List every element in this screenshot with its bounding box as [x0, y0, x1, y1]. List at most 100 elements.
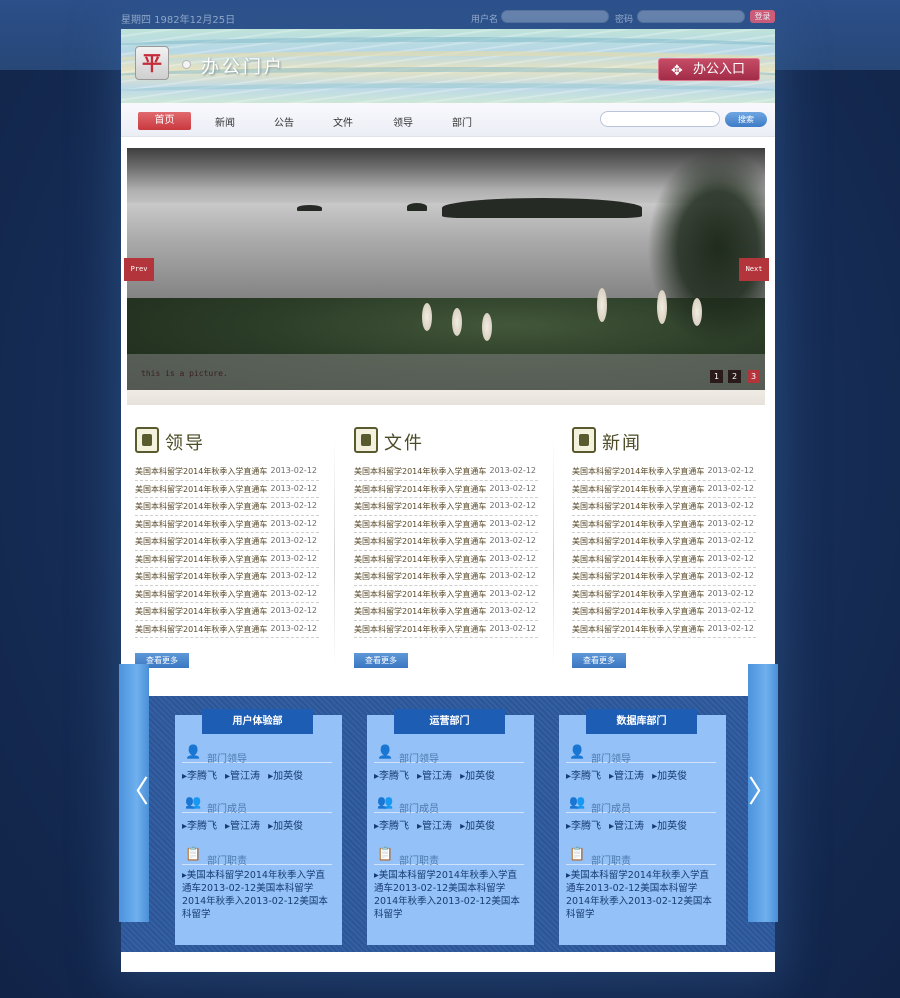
list-item-title[interactable]: 美国本科留学2014年秋季入学直通车: [354, 571, 486, 582]
leader-name[interactable]: ▸管江涛: [225, 771, 260, 782]
login-button[interactable]: 登录: [750, 10, 775, 23]
list-item[interactable]: 美国本科留学2014年秋季入学直通车 2013-02-12: [135, 481, 319, 498]
leader-name[interactable]: ▸管江涛: [417, 771, 452, 782]
slider-page-1[interactable]: 1: [710, 370, 723, 383]
list-item-title[interactable]: 美国本科留学2014年秋季入学直通车: [572, 501, 704, 512]
list-item[interactable]: 美国本科留学2014年秋季入学直通车 2013-02-12: [135, 533, 319, 551]
list-item[interactable]: 美国本科留学2014年秋季入学直通车 2013-02-12: [354, 603, 538, 621]
leader-name[interactable]: ▸加英俊: [268, 771, 303, 782]
list-item[interactable]: 美国本科留学2014年秋季入学直通车 2013-02-12: [135, 498, 319, 516]
more-button[interactable]: 查看更多: [572, 653, 626, 668]
nav-item-files[interactable]: 文件: [317, 114, 369, 129]
list-item-title[interactable]: 美国本科留学2014年秋季入学直通车: [135, 589, 267, 600]
member-name[interactable]: ▸加英俊: [268, 821, 303, 832]
member-name[interactable]: ▸管江涛: [417, 821, 452, 832]
list-item[interactable]: 美国本科留学2014年秋季入学直通车 2013-02-12: [354, 533, 538, 551]
member-name[interactable]: ▸李腾飞: [182, 821, 217, 832]
list-item-title[interactable]: 美国本科留学2014年秋季入学直通车: [572, 519, 704, 530]
list-item-title[interactable]: 美国本科留学2014年秋季入学直通车: [572, 589, 704, 600]
leader-name[interactable]: ▸李腾飞: [374, 771, 409, 782]
slider-prev-button[interactable]: Prev: [124, 258, 154, 281]
list-item-title[interactable]: 美国本科留学2014年秋季入学直通车: [135, 484, 267, 495]
list-item-title[interactable]: 美国本科留学2014年秋季入学直通车: [135, 554, 267, 565]
leader-name[interactable]: ▸加英俊: [652, 771, 687, 782]
office-entry-button[interactable]: ✥ 办公入口: [658, 58, 760, 81]
slider-page-3[interactable]: 3: [747, 370, 760, 383]
list-item[interactable]: 美国本科留学2014年秋季入学直通车 2013-02-12: [354, 551, 538, 568]
list-item[interactable]: 美国本科留学2014年秋季入学直通车 2013-02-12: [135, 586, 319, 603]
list-item-title[interactable]: 美国本科留学2014年秋季入学直通车: [354, 624, 486, 635]
list-item[interactable]: 美国本科留学2014年秋季入学直通车 2013-02-12: [135, 463, 319, 481]
list-item[interactable]: 美国本科留学2014年秋季入学直通车 2013-02-12: [354, 516, 538, 533]
list-item[interactable]: 美国本科留学2014年秋季入学直通车 2013-02-12: [354, 463, 538, 481]
list-item-title[interactable]: 美国本科留学2014年秋季入学直通车: [572, 484, 704, 495]
username-input[interactable]: [501, 10, 609, 23]
list-item-title[interactable]: 美国本科留学2014年秋季入学直通车: [135, 571, 267, 582]
list-item-title[interactable]: 美国本科留学2014年秋季入学直通车: [354, 536, 486, 547]
list-item-title[interactable]: 美国本科留学2014年秋季入学直通车: [354, 519, 486, 530]
list-item[interactable]: 美国本科留学2014年秋季入学直通车 2013-02-12: [354, 586, 538, 603]
list-item-title[interactable]: 美国本科留学2014年秋季入学直通车: [572, 466, 704, 477]
list-item-title[interactable]: 美国本科留学2014年秋季入学直通车: [572, 624, 704, 635]
nav-item-notice[interactable]: 公告: [258, 114, 310, 129]
list-item-title[interactable]: 美国本科留学2014年秋季入学直通车: [572, 606, 704, 617]
slider-next-button[interactable]: Next: [739, 258, 769, 281]
list-item-title[interactable]: 美国本科留学2014年秋季入学直通车: [354, 501, 486, 512]
list-item[interactable]: 美国本科留学2014年秋季入学直通车 2013-02-12: [135, 568, 319, 586]
department-prev-button[interactable]: 〈: [119, 664, 149, 922]
clipboard-icon: 📋: [185, 847, 202, 862]
list-item[interactable]: 美国本科留学2014年秋季入学直通车 2013-02-12: [135, 621, 319, 638]
list-item-title[interactable]: 美国本科留学2014年秋季入学直通车: [354, 466, 486, 477]
member-name[interactable]: ▸李腾飞: [566, 821, 601, 832]
list-item-title[interactable]: 美国本科留学2014年秋季入学直通车: [354, 606, 486, 617]
list-item[interactable]: 美国本科留学2014年秋季入学直通车 2013-02-12: [135, 551, 319, 568]
search-button[interactable]: 搜索: [725, 112, 767, 127]
member-name[interactable]: ▸管江涛: [609, 821, 644, 832]
search-input[interactable]: [600, 111, 720, 127]
slider-page-2[interactable]: 2: [728, 370, 741, 383]
list-item[interactable]: 美国本科留学2014年秋季入学直通车 2013-02-12: [354, 481, 538, 498]
list-item[interactable]: 美国本科留学2014年秋季入学直通车 2013-02-12: [572, 533, 756, 551]
leader-name[interactable]: ▸管江涛: [609, 771, 644, 782]
leader-name[interactable]: ▸李腾飞: [182, 771, 217, 782]
list-item[interactable]: 美国本科留学2014年秋季入学直通车 2013-02-12: [572, 586, 756, 603]
leader-name[interactable]: ▸李腾飞: [566, 771, 601, 782]
list-item[interactable]: 美国本科留学2014年秋季入学直通车 2013-02-12: [354, 621, 538, 638]
list-item[interactable]: 美国本科留学2014年秋季入学直通车 2013-02-12: [572, 621, 756, 638]
password-input[interactable]: [637, 10, 745, 23]
list-item-title[interactable]: 美国本科留学2014年秋季入学直通车: [572, 571, 704, 582]
nav-item-departments[interactable]: 部门: [436, 114, 488, 129]
list-item-title[interactable]: 美国本科留学2014年秋季入学直通车: [354, 484, 486, 495]
list-item[interactable]: 美国本科留学2014年秋季入学直通车 2013-02-12: [572, 551, 756, 568]
nav-item-leaders[interactable]: 领导: [377, 114, 429, 129]
list-item[interactable]: 美国本科留学2014年秋季入学直通车 2013-02-12: [572, 481, 756, 498]
list-item-title[interactable]: 美国本科留学2014年秋季入学直通车: [135, 536, 267, 547]
list-item[interactable]: 美国本科留学2014年秋季入学直通车 2013-02-12: [572, 498, 756, 516]
list-item-title[interactable]: 美国本科留学2014年秋季入学直通车: [354, 589, 486, 600]
list-item[interactable]: 美国本科留学2014年秋季入学直通车 2013-02-12: [135, 516, 319, 533]
list-item-title[interactable]: 美国本科留学2014年秋季入学直通车: [354, 554, 486, 565]
member-name[interactable]: ▸李腾飞: [374, 821, 409, 832]
list-item[interactable]: 美国本科留学2014年秋季入学直通车 2013-02-12: [354, 568, 538, 586]
list-item[interactable]: 美国本科留学2014年秋季入学直通车 2013-02-12: [572, 568, 756, 586]
list-item[interactable]: 美国本科留学2014年秋季入学直通车 2013-02-12: [135, 603, 319, 621]
nav-item-news[interactable]: 新闻: [199, 114, 251, 129]
list-item-title[interactable]: 美国本科留学2014年秋季入学直通车: [135, 519, 267, 530]
list-item[interactable]: 美国本科留学2014年秋季入学直通车 2013-02-12: [354, 498, 538, 516]
department-next-button[interactable]: 〉: [748, 664, 778, 922]
member-name[interactable]: ▸管江涛: [225, 821, 260, 832]
more-button[interactable]: 查看更多: [354, 653, 408, 668]
list-item[interactable]: 美国本科留学2014年秋季入学直通车 2013-02-12: [572, 603, 756, 621]
member-name[interactable]: ▸加英俊: [652, 821, 687, 832]
list-item[interactable]: 美国本科留学2014年秋季入学直通车 2013-02-12: [572, 516, 756, 533]
list-item-title[interactable]: 美国本科留学2014年秋季入学直通车: [135, 501, 267, 512]
list-item-title[interactable]: 美国本科留学2014年秋季入学直通车: [135, 624, 267, 635]
list-item-title[interactable]: 美国本科留学2014年秋季入学直通车: [572, 554, 704, 565]
leader-name[interactable]: ▸加英俊: [460, 771, 495, 782]
member-name[interactable]: ▸加英俊: [460, 821, 495, 832]
nav-item-home[interactable]: 首页: [138, 112, 191, 130]
list-item-title[interactable]: 美国本科留学2014年秋季入学直通车: [135, 466, 267, 477]
list-item-title[interactable]: 美国本科留学2014年秋季入学直通车: [135, 606, 267, 617]
list-item[interactable]: 美国本科留学2014年秋季入学直通车 2013-02-12: [572, 463, 756, 481]
list-item-title[interactable]: 美国本科留学2014年秋季入学直通车: [572, 536, 704, 547]
